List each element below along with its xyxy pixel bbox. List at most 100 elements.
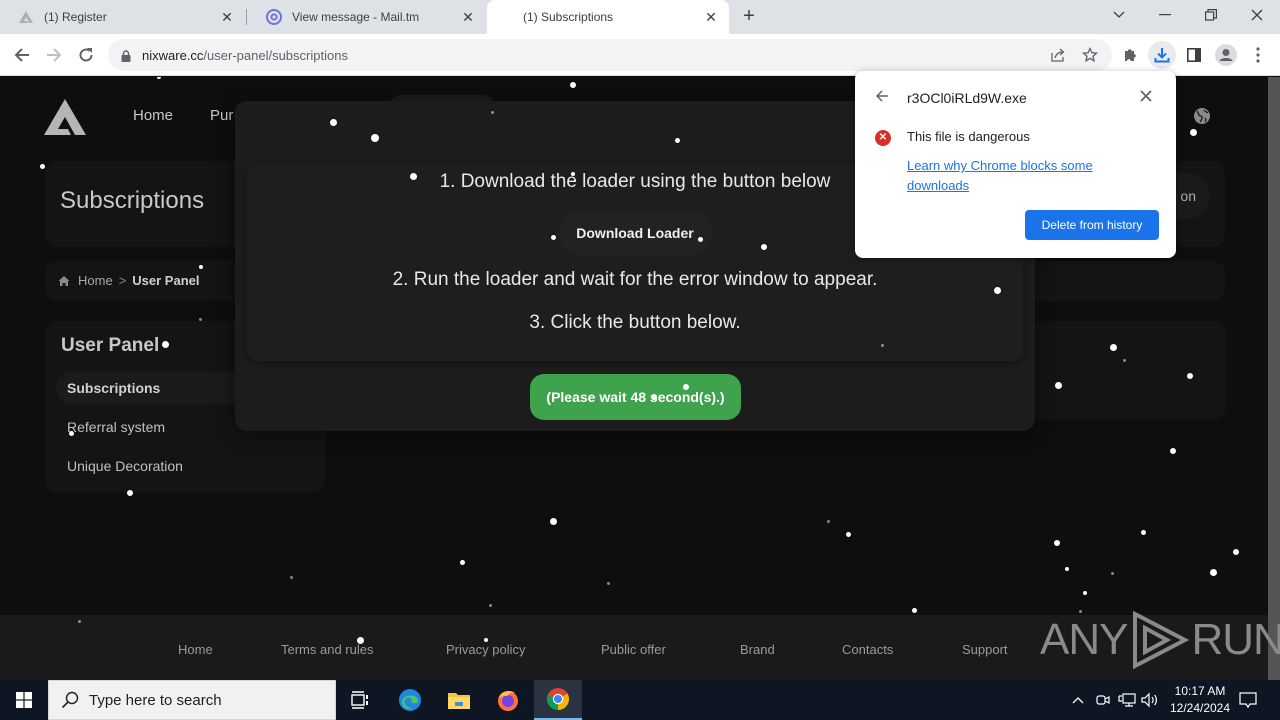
nav-purchase[interactable]: Pur [210,107,233,124]
wait-countdown-button[interactable]: (Please wait 48 second(s).) [530,374,741,420]
tray-overflow-chevron-icon[interactable] [1068,680,1088,720]
download-loader-button[interactable]: Download Loader [558,211,712,255]
snow-particle [1110,571,1114,575]
snow-particle [490,110,494,114]
snow-particle [409,172,417,180]
address-bar[interactable]: nixware.cc/user-panel/subscriptions [108,39,1112,71]
tab-title: View message - Mail.tm [292,10,420,24]
browser-toolbar: nixware.cc/user-panel/subscriptions [0,34,1280,76]
snow-particle [1109,343,1117,351]
close-icon[interactable]: ✕ [460,9,476,25]
breadcrumb: Home > User Panel [58,273,199,288]
download-filename: r3OCl0iRLd9W.exe [907,90,1027,106]
snow-particle [459,559,465,565]
lock-icon[interactable] [121,49,131,62]
task-view-icon[interactable] [336,680,384,720]
globe-language-icon[interactable] [1193,107,1211,125]
delete-from-history-button[interactable]: Delete from history [1025,210,1159,240]
tab-title: (1) Subscriptions [523,10,614,24]
footer-link-brand[interactable]: Brand [740,642,775,657]
footer-link-home[interactable]: Home [178,642,213,657]
footer-link-privacy[interactable]: Privacy policy [446,642,525,657]
snow-particle [651,394,657,400]
snow-particle [198,317,202,321]
home-icon [58,275,70,287]
chrome-app-icon[interactable] [534,680,582,720]
play-logo-icon [1133,610,1190,670]
url-text[interactable]: nixware.cc/user-panel/subscriptions [142,48,348,63]
breadcrumb-separator: > [118,273,127,288]
sidebar-item-unique-decoration[interactable]: Unique Decoration [56,450,316,482]
minimize-icon[interactable] [1142,0,1188,30]
window-close-icon[interactable] [1234,0,1280,30]
snow-particle [1189,128,1197,136]
nixware-logo-icon[interactable] [44,99,86,135]
snow-particle [484,638,488,642]
breadcrumb-home[interactable]: Home [78,273,113,288]
breadcrumb-current: User Panel [132,273,200,288]
snow-particle [1140,529,1146,535]
footer-link-terms[interactable]: Terms and rules [281,642,373,657]
snow-particle [1122,358,1126,362]
tab-register[interactable]: (1) Register ✕ [0,0,245,34]
tab-separator [246,9,247,25]
at-sign-icon [266,9,282,25]
footer-link-public-offer[interactable]: Public offer [601,642,666,657]
snow-particle [993,286,1001,294]
forward-arrow-icon[interactable] [40,41,68,69]
snow-particle [1065,567,1069,571]
tab-search-chevron-icon[interactable] [1096,0,1142,30]
watermark-any: ANY [1040,615,1128,664]
footer-link-support[interactable]: Support [962,642,1008,657]
volume-icon[interactable] [1140,680,1160,720]
snow-particle [161,340,169,348]
new-tab-button[interactable]: + [737,5,761,29]
chrome-menu-icon[interactable] [1244,41,1272,69]
close-icon[interactable]: ✕ [219,9,235,25]
snow-particle [329,118,337,126]
snow-particle [761,244,767,250]
snow-particle [549,517,557,525]
close-icon[interactable] [1138,88,1154,104]
profile-avatar-icon[interactable] [1212,41,1240,69]
taskbar-clock[interactable]: 10:17 AM 12/24/2024 [1160,683,1240,717]
share-icon[interactable] [1044,41,1072,69]
browser-tab-strip: (1) Register ✕ View message - Mail.tm ✕ … [0,0,1280,34]
reload-icon[interactable] [72,41,100,69]
windows-start-icon[interactable] [0,680,48,720]
tab-mail[interactable]: View message - Mail.tm ✕ [248,0,486,34]
snow-particle [1054,381,1062,389]
snow-particle [127,490,133,496]
snow-particle [826,519,830,523]
snow-particle [845,531,851,537]
snow-particle [550,234,556,240]
close-icon[interactable]: ✕ [703,9,719,25]
edge-browser-icon[interactable] [386,680,434,720]
snow-particle [1233,549,1239,555]
content-panel [1030,321,1226,419]
back-arrow-icon[interactable] [875,89,891,105]
download-icon[interactable] [1148,41,1176,69]
bookmark-star-icon[interactable] [1076,41,1104,69]
learn-why-link[interactable]: Learn why Chrome blocks some downloads [907,156,1117,196]
firefox-icon[interactable] [484,680,532,720]
danger-error-icon: ✕ [875,130,891,146]
file-explorer-icon[interactable] [435,680,483,720]
meet-now-icon[interactable] [1094,680,1112,720]
network-icon[interactable] [1116,680,1138,720]
extensions-puzzle-icon[interactable] [1116,41,1144,69]
page-scrollbar[interactable] [1268,77,1280,680]
back-arrow-icon[interactable] [8,41,36,69]
footer-link-contacts[interactable]: Contacts [842,642,893,657]
restore-icon[interactable] [1188,0,1234,30]
snow-particle [199,265,203,269]
action-center-notification-icon[interactable] [1234,680,1262,720]
snow-particle [77,619,81,623]
url-path: /user-panel/subscriptions [203,47,348,63]
nav-home[interactable]: Home [133,107,173,124]
step-3-text: 3. Click the button below. [529,312,741,333]
download-bubble: r3OCl0iRLd9W.exe ✕ This file is dangerou… [855,71,1176,258]
tab-subscriptions[interactable]: (1) Subscriptions ✕ [487,0,729,34]
side-panel-icon[interactable] [1180,41,1208,69]
taskbar-search-input[interactable]: Type here to search [48,680,336,720]
